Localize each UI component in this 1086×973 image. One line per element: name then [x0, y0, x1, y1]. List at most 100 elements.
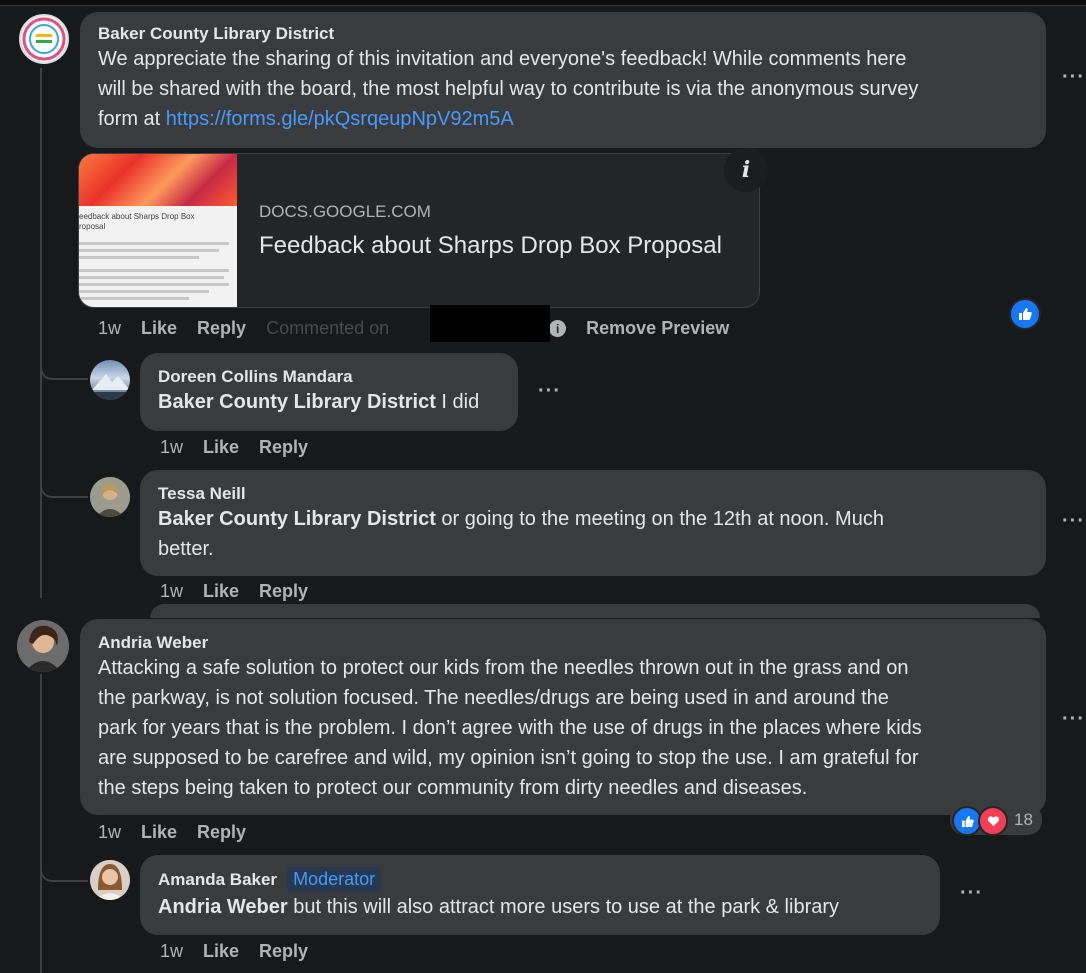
- thread-branch: [40, 836, 88, 882]
- thumbnail-text-line: [79, 242, 229, 245]
- reply-button[interactable]: Reply: [259, 437, 308, 458]
- like-button[interactable]: Like: [203, 437, 239, 458]
- like-reaction-icon[interactable]: [1009, 298, 1041, 330]
- comment-line: form at https://forms.gle/pkQsrqeupNpV92…: [98, 104, 1028, 134]
- avatar[interactable]: [90, 477, 130, 517]
- reply-button[interactable]: Reply: [259, 941, 308, 962]
- reply-button[interactable]: Reply: [197, 318, 246, 339]
- mountain-photo-icon: [90, 374, 130, 400]
- comment-line: are supposed to be carefree and wild, my…: [98, 747, 919, 769]
- comment-line: the parkway, is not solution focused. Th…: [98, 687, 889, 709]
- preview-title: Feedback about Sharps Drop Box Proposal: [259, 232, 722, 259]
- reply-line: Baker County Library District or going t…: [158, 504, 1028, 534]
- comment-line: Attacking a safe solution to protect our…: [98, 657, 909, 679]
- comment-text: Attacking a safe solution to protect our…: [98, 653, 1028, 803]
- person-photo-icon: [17, 620, 69, 672]
- mention-link[interactable]: Baker County Library District: [158, 508, 436, 530]
- mention-link[interactable]: Andria Weber: [158, 896, 288, 918]
- more-options-icon[interactable]: ···: [1062, 66, 1085, 89]
- comment-time[interactable]: 1w: [98, 318, 121, 339]
- reply-actions: 1w Like Reply: [160, 437, 328, 458]
- more-options-icon[interactable]: ···: [1062, 510, 1085, 533]
- reply-actions: 1w Like Reply: [160, 941, 328, 962]
- like-button[interactable]: Like: [203, 941, 239, 962]
- comment-author[interactable]: Baker County Library District: [98, 24, 1028, 44]
- survey-link[interactable]: https://forms.gle/pkQsrqeupNpV92m5A: [166, 108, 514, 130]
- reply-text: Andria Weber but this will also attract …: [158, 892, 922, 922]
- comment-line: park for years that is the problem. I do…: [98, 717, 922, 739]
- thumbs-up-icon: [1019, 308, 1032, 320]
- comment-line: We appreciate the sharing of this invita…: [98, 48, 907, 70]
- thumbnail-heading: eedback about Sharps Drop Box roposal: [79, 212, 195, 231]
- person-photo-icon: [90, 477, 130, 517]
- remove-preview-button[interactable]: Remove Preview: [586, 318, 729, 339]
- like-button[interactable]: Like: [203, 581, 239, 602]
- next-reply-edge: [150, 604, 1040, 618]
- thumbs-up-icon: [961, 815, 974, 827]
- comment-bubble: Andria Weber Attacking a safe solution t…: [80, 619, 1046, 815]
- reply-author: Amanda Baker Moderator: [158, 867, 922, 892]
- reply-author[interactable]: Tessa Neill: [158, 484, 1028, 504]
- thumbnail-art: [79, 154, 237, 206]
- info-icon[interactable]: i: [724, 148, 768, 192]
- like-button[interactable]: Like: [141, 822, 177, 843]
- comment-time[interactable]: 1w: [98, 822, 121, 843]
- reply-bubble: Tessa Neill Baker County Library Distric…: [140, 470, 1046, 576]
- like-button[interactable]: Like: [141, 318, 177, 339]
- reply-time[interactable]: 1w: [160, 941, 183, 962]
- thread-line: [40, 674, 42, 973]
- comment-actions: 1w Like Reply: [98, 822, 266, 843]
- reply-body: or going to the meeting on the 12th at n…: [435, 508, 884, 530]
- thumbnail-text-line: [79, 256, 199, 259]
- mention-link[interactable]: Baker County Library District: [158, 391, 436, 413]
- reply-bubble: Doreen Collins Mandara Baker County Libr…: [140, 353, 518, 431]
- reply-text: Baker County Library District or going t…: [158, 504, 1028, 564]
- avatar[interactable]: [90, 860, 130, 900]
- avatar[interactable]: [17, 620, 69, 672]
- preview-domain: DOCS.GOOGLE.COM: [259, 202, 431, 221]
- comment-line: the steps being taken to protect our com…: [98, 777, 808, 799]
- reaction-count[interactable]: 18: [1014, 810, 1033, 830]
- comment-author[interactable]: Andria Weber: [98, 633, 1028, 653]
- reply-button[interactable]: Reply: [259, 581, 308, 602]
- reply-author[interactable]: Doreen Collins Mandara: [158, 367, 500, 387]
- heart-icon: [987, 815, 999, 826]
- love-reaction-icon: [978, 806, 1008, 836]
- thumbnail-text-line: [79, 283, 229, 286]
- avatar[interactable]: [90, 360, 130, 400]
- reply-button[interactable]: Reply: [197, 822, 246, 843]
- person-photo-icon: [90, 860, 130, 900]
- info-small-icon[interactable]: i: [549, 320, 567, 337]
- comment-actions: 1w Like Reply Commented on i Remove Prev…: [98, 318, 749, 339]
- reply-author-name[interactable]: Amanda Baker: [158, 870, 277, 889]
- comment-bubble: Baker County Library District We appreci…: [80, 12, 1046, 148]
- thread-branch: [40, 450, 88, 498]
- link-preview-card[interactable]: eedback about Sharps Drop Box roposal DO…: [78, 153, 760, 308]
- thumbnail-text-line: [79, 276, 224, 279]
- avatar[interactable]: [19, 14, 69, 64]
- reply-body: I did: [435, 391, 480, 413]
- thumbnail-text-line: [79, 269, 229, 272]
- reply-actions: 1w Like Reply: [160, 581, 328, 602]
- moderator-badge: Moderator: [287, 867, 382, 892]
- thread-branch: [40, 330, 88, 380]
- reply-time[interactable]: 1w: [160, 581, 183, 602]
- reply-bubble: Amanda Baker Moderator Andria Weber but t…: [140, 855, 940, 935]
- reply-text: Baker County Library District I did: [158, 387, 500, 417]
- comment-line: will be shared with the board, the most …: [98, 78, 919, 100]
- more-options-icon[interactable]: ···: [960, 882, 983, 905]
- more-options-icon[interactable]: ···: [1062, 708, 1085, 731]
- more-options-icon[interactable]: ···: [538, 380, 561, 403]
- commented-on-label: Commented on: [266, 318, 390, 338]
- top-edge: [0, 0, 1086, 6]
- reply-body: but this will also attract more users to…: [287, 896, 840, 918]
- reply-time[interactable]: 1w: [160, 437, 183, 458]
- thumbnail-text-line: [79, 249, 219, 252]
- thumbnail-text-line: [79, 297, 189, 300]
- reply-line: better.: [158, 538, 214, 560]
- comment-text: We appreciate the sharing of this invita…: [98, 44, 1028, 134]
- preview-thumbnail: eedback about Sharps Drop Box roposal: [79, 154, 237, 307]
- thumbnail-text-line: [79, 290, 209, 293]
- comment-line-prefix: form at: [98, 108, 166, 130]
- library-logo-icon: [22, 17, 66, 61]
